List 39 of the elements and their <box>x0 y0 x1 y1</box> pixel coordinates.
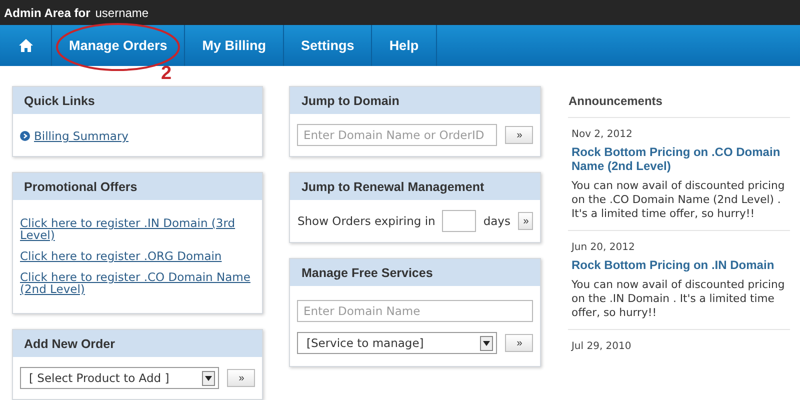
announcement-date: Nov 2, 2012 <box>571 129 634 140</box>
announcement-title-link[interactable]: Rock Bottom Pricing on .IN Domain <box>571 258 787 272</box>
days-field[interactable] <box>442 210 476 232</box>
username-label: username <box>95 6 149 20</box>
domain-search-field[interactable]: Enter Domain Name or OrderID <box>297 124 498 146</box>
promo-link[interactable]: Click here to register .IN Domain (3rd Level) <box>20 217 256 241</box>
announcement-text: You can now avail of discounted pricing on the .CO Domain Name (2nd Level) . It's a limited time offer, so hurry!! <box>571 179 786 221</box>
panel-header: Manage Free Services <box>290 259 540 286</box>
expiring-label: Show Orders expiring in <box>297 214 436 228</box>
dropdown-caret-icon <box>483 340 490 346</box>
go-button[interactable]: » <box>227 369 256 387</box>
announcement-text: You can now avail of discounted pricing on the .IN Domain . It's a limited time offer, so hurry!! <box>571 278 786 320</box>
domain-name-field[interactable]: Enter Domain Name <box>297 300 534 322</box>
nav-item[interactable]: Help <box>372 25 437 66</box>
go-button[interactable]: » <box>505 334 534 352</box>
panel-header: Jump to Renewal Management <box>290 173 540 200</box>
annotation-number: 2 <box>161 64 172 83</box>
nav-item[interactable]: Manage Orders <box>52 25 186 66</box>
announcement-date: Jul 29, 2010 <box>571 341 632 352</box>
go-button[interactable]: » <box>518 212 534 230</box>
dropdown-caret-icon <box>205 376 212 380</box>
go-button[interactable]: » <box>505 126 534 144</box>
days-label: days <box>483 214 510 228</box>
panel-header: Jump to Domain <box>290 87 540 114</box>
panel-header: Promotional Offers <box>13 173 262 200</box>
promo-link[interactable]: Click here to register .ORG Domain <box>20 250 256 262</box>
panel-header: Quick Links <box>13 87 262 114</box>
panel-header: Add New Order <box>13 330 262 357</box>
service-select[interactable]: [Service to manage] <box>297 332 498 354</box>
promo-link[interactable]: Click here to register .CO Domain Name (2nd Level) <box>20 271 256 295</box>
announcements-heading: Announcements <box>568 86 790 118</box>
product-select[interactable]: [ Select Product to Add ] <box>20 367 220 389</box>
nav-item[interactable]: Settings <box>284 25 372 66</box>
nav-item[interactable]: My Billing <box>185 25 284 66</box>
billing-summary-link[interactable]: Billing Summary <box>34 129 128 143</box>
arrow-bullet-icon <box>20 131 30 141</box>
announcement-date: Jun 20, 2012 <box>571 242 636 253</box>
admin-area-label: Admin Area for <box>4 6 90 20</box>
announcement-title-link[interactable]: Rock Bottom Pricing on .CO Domain Name (2nd Level) <box>571 145 787 173</box>
